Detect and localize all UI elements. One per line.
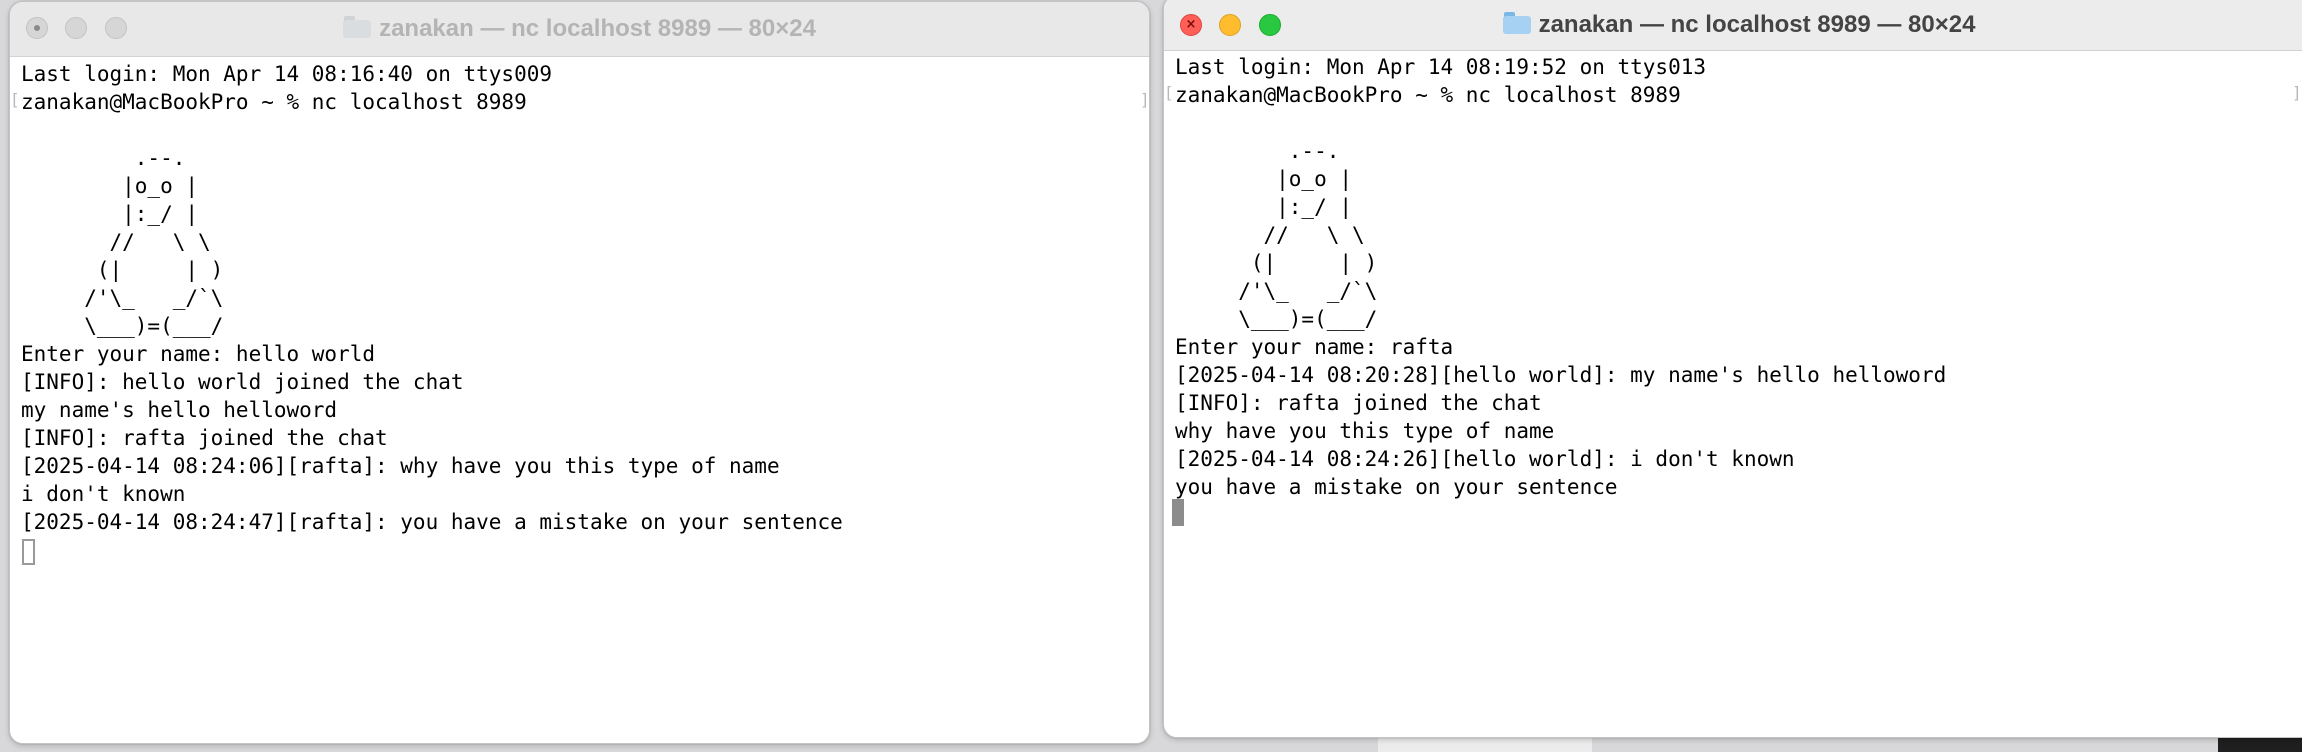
terminal-line: |:_/ |: [1175, 195, 1353, 219]
terminal-line: .--.: [1175, 139, 1340, 163]
terminal-line: my name's hello helloword: [21, 398, 338, 422]
terminal-line: Last login: Mon Apr 14 08:16:40 on ttys0…: [21, 62, 553, 86]
window-titlebar[interactable]: zanakan — nc localhost 8989 — 80×24: [10, 2, 1149, 57]
terminal-line: /'\_ _/`\: [21, 286, 224, 310]
text-cursor: [22, 539, 35, 565]
terminal-line: |o_o |: [1175, 167, 1353, 191]
terminal-line: [2025-04-14 08:24:06][rafta]: why have y…: [21, 454, 780, 478]
terminal-line: |o_o |: [21, 174, 199, 198]
folder-icon: [1502, 12, 1531, 34]
terminal-line: [INFO]: rafta joined the chat: [21, 426, 388, 450]
terminal-line: (| | ): [1175, 251, 1378, 275]
terminal-line: [2025-04-14 08:20:28][hello world]: my n…: [1175, 363, 1947, 387]
terminal-line: \___)=(___/: [1175, 307, 1378, 331]
terminal-line: zanakan@MacBookPro ~ % nc localhost 8989: [21, 90, 527, 114]
window-titlebar[interactable]: × zanakan — nc localhost 8989 — 80×24: [1164, 0, 2302, 51]
terminal-line: Enter your name: hello world: [21, 342, 376, 366]
terminal-output: Last login: Mon Apr 14 08:19:52 on ttys0…: [1175, 53, 1946, 501]
terminal-line: [INFO]: rafta joined the chat: [1175, 391, 1542, 415]
terminal-window-left[interactable]: zanakan — nc localhost 8989 — 80×24 Last…: [9, 1, 1150, 744]
terminal-output: Last login: Mon Apr 14 08:16:40 on ttys0…: [21, 60, 843, 536]
terminal-line: [INFO]: hello world joined the chat: [21, 370, 464, 394]
terminal-line: // \ \: [1175, 223, 1365, 247]
terminal-line: Last login: Mon Apr 14 08:19:52 on ttys0…: [1175, 55, 1707, 79]
terminal-line: .--.: [21, 146, 186, 170]
terminal-line: why have you this type of name: [1175, 419, 1555, 443]
folder-icon: [343, 16, 372, 38]
window-title-text: zanakan — nc localhost 8989 — 80×24: [379, 15, 816, 42]
terminal-line: (| | ): [21, 258, 224, 282]
terminal-line: zanakan@MacBookPro ~ % nc localhost 8989: [1175, 83, 1681, 107]
terminal-line: i don't known: [21, 482, 186, 506]
terminal-window-right[interactable]: × zanakan — nc localhost 8989 — 80×24 La…: [1163, 0, 2302, 738]
text-cursor: [1172, 499, 1184, 526]
terminal-line: |:_/ |: [21, 202, 199, 226]
terminal-line: you have a mistake on your sentence: [1175, 475, 1618, 499]
terminal-content[interactable]: Last login: Mon Apr 14 08:16:40 on ttys0…: [10, 57, 1149, 743]
window-title-text: zanakan — nc localhost 8989 — 80×24: [1538, 11, 1976, 38]
terminal-content[interactable]: Last login: Mon Apr 14 08:19:52 on ttys0…: [1164, 51, 2302, 737]
mark-bracket-right: ]: [2292, 83, 2302, 102]
window-title: zanakan — nc localhost 8989 — 80×24: [1164, 0, 2302, 52]
terminal-line: [2025-04-14 08:24:47][rafta]: you have a…: [21, 510, 843, 534]
mark-bracket-left: [: [1164, 83, 1174, 102]
terminal-line: \___)=(___/: [21, 314, 224, 338]
window-title: zanakan — nc localhost 8989 — 80×24: [10, 2, 1149, 56]
mark-bracket-right: ]: [1140, 90, 1150, 109]
terminal-line: Enter your name: rafta: [1175, 335, 1454, 359]
mark-bracket-left: [: [10, 90, 20, 109]
terminal-line: [2025-04-14 08:24:26][hello world]: i do…: [1175, 447, 1795, 471]
terminal-line: // \ \: [21, 230, 211, 254]
terminal-line: /'\_ _/`\: [1175, 279, 1378, 303]
